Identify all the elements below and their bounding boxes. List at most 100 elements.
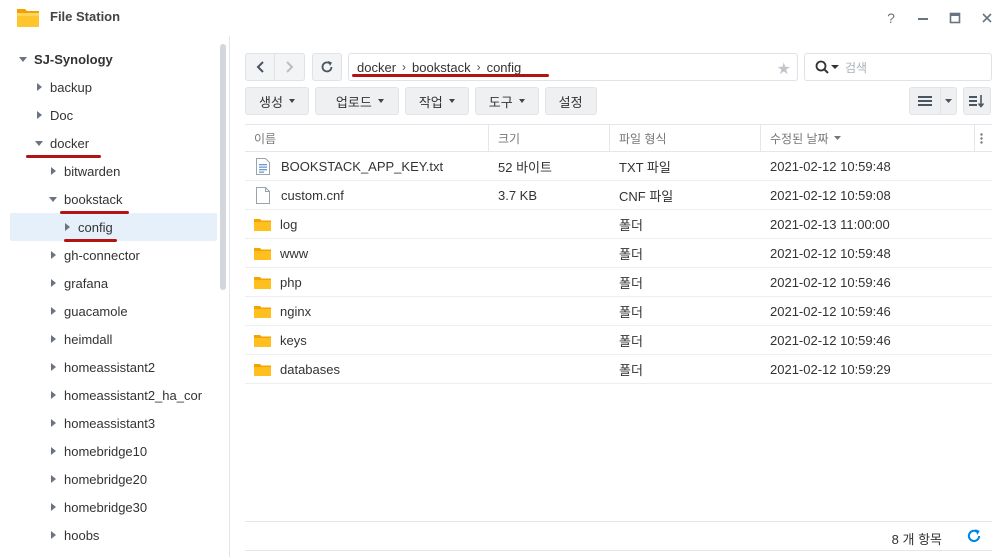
sidebar-item-label: Doc — [50, 107, 74, 123]
sidebar-item-label: homeassistant3 — [64, 415, 156, 431]
action-menu-button[interactable]: 작업 — [404, 87, 469, 115]
minimize-button[interactable] — [907, 0, 939, 35]
cell-size — [498, 355, 610, 383]
tools-button[interactable]: 도구 — [474, 87, 539, 115]
file-type: CNF 파일 — [619, 188, 674, 204]
table-row[interactable]: php 폴더 2021-02-12 10:59:46 — [245, 268, 992, 297]
sidebar-item-homeassistant2[interactable]: homeassistant2 — [48, 353, 155, 381]
column-header-modified[interactable]: 수정된 날짜 — [761, 125, 975, 152]
sidebar-item-label: heimdall — [64, 331, 113, 347]
sidebar-item-bitwarden[interactable]: bitwarden — [48, 157, 120, 185]
refresh-button[interactable] — [312, 53, 342, 81]
back-button[interactable] — [245, 53, 275, 81]
close-button[interactable] — [971, 0, 1003, 35]
chevron-down-icon[interactable] — [18, 56, 28, 62]
chevron-right-icon[interactable] — [48, 447, 58, 455]
column-header-label: 이름 — [254, 132, 277, 146]
table-row[interactable]: BOOKSTACK_APP_KEY.txt 52 바이트 TXT 파일 2021-02… — [245, 152, 992, 181]
table-row[interactable]: custom.cnf 3.7 KB CNF 파일 2021-02-12 10:59:0… — [245, 181, 992, 210]
search-options-caret-icon[interactable] — [831, 64, 839, 70]
chevron-right-icon[interactable] — [48, 503, 58, 511]
chevron-right-icon[interactable] — [48, 419, 58, 427]
minimize-icon — [918, 17, 928, 20]
tree-root[interactable]: SJ-Synology — [18, 45, 113, 73]
sidebar-item-guacamole[interactable]: guacamole — [48, 297, 128, 325]
column-header-name[interactable]: 이름 — [245, 125, 489, 152]
cell-size — [498, 210, 610, 238]
breadcrumb-bookstack[interactable]: bookstack — [412, 60, 471, 75]
column-options-button[interactable] — [975, 125, 992, 152]
sidebar-item-doc[interactable]: Doc — [34, 101, 73, 129]
help-button[interactable]: ? — [875, 0, 907, 35]
sidebar-item-config[interactable]: config — [62, 213, 113, 241]
chevron-right-icon[interactable] — [34, 111, 44, 119]
create-button[interactable]: 생성 — [245, 87, 309, 115]
sidebar-item-homeassistant2-ha-cor[interactable]: homeassistant2_ha_cor — [48, 381, 202, 409]
sidebar-item-label: hoobs — [64, 527, 100, 543]
breadcrumb-docker[interactable]: docker — [357, 60, 396, 75]
chevron-right-icon[interactable] — [34, 83, 44, 91]
search-icon[interactable] — [815, 60, 829, 74]
file-station-app-icon — [17, 9, 39, 27]
sidebar-item-homebridge10[interactable]: homebridge10 — [48, 437, 147, 465]
sidebar-item-homebridge20[interactable]: homebridge20 — [48, 465, 147, 493]
sort-descending-icon — [833, 136, 841, 140]
sidebar-item-bookstack[interactable]: bookstack — [48, 185, 123, 213]
file-type: 폴더 — [619, 333, 643, 349]
breadcrumb-config[interactable]: config — [487, 60, 522, 75]
sidebar-item-grafana[interactable]: grafana — [48, 269, 108, 297]
folder-icon — [254, 305, 271, 318]
path-bar[interactable]: docker › bookstack › config ★ — [348, 53, 798, 81]
sidebar-item-docker[interactable]: docker — [34, 129, 89, 157]
sidebar-item-backup[interactable]: backup — [34, 73, 92, 101]
sort-button[interactable] — [963, 87, 991, 115]
forward-button[interactable] — [275, 53, 305, 81]
chevron-right-icon[interactable] — [48, 251, 58, 259]
column-header-size[interactable]: 크기 — [489, 125, 610, 152]
refresh-icon[interactable] — [966, 528, 982, 544]
table-row[interactable]: log 폴더 2021-02-13 11:00:00 — [245, 210, 992, 239]
cell-name: log — [254, 210, 489, 238]
chevron-right-icon[interactable] — [48, 279, 58, 287]
cell-type: 폴더 — [619, 297, 761, 325]
more-vertical-icon — [980, 133, 983, 144]
sidebar-item-gh-connector[interactable]: gh-connector — [48, 241, 140, 269]
cell-name: www — [254, 239, 489, 267]
chevron-right-icon[interactable] — [48, 307, 58, 315]
chevron-down-icon[interactable] — [34, 140, 44, 146]
sidebar-item-label: homebridge20 — [64, 471, 148, 487]
caret-down-icon — [518, 99, 525, 103]
table-row[interactable]: keys 폴더 2021-02-12 10:59:46 — [245, 326, 992, 355]
maximize-button[interactable] — [939, 0, 971, 35]
view-mode-dropdown[interactable] — [941, 87, 957, 115]
favorite-star-icon[interactable]: ★ — [777, 59, 791, 79]
table-row[interactable]: nginx 폴더 2021-02-12 10:59:46 — [245, 297, 992, 326]
settings-button[interactable]: 설정 — [544, 87, 597, 115]
column-header-type[interactable]: 파일 형식 — [610, 125, 761, 152]
chevron-down-icon[interactable] — [48, 196, 58, 202]
file-name: custom.cnf — [281, 187, 344, 203]
sidebar-item-label: docker — [50, 135, 90, 151]
chevron-right-icon[interactable] — [48, 391, 58, 399]
sidebar-item-label: bookstack — [64, 191, 123, 207]
chevron-right-icon[interactable] — [48, 475, 58, 483]
chevron-right-icon[interactable] — [48, 363, 58, 371]
chevron-right-icon[interactable] — [48, 531, 58, 539]
sidebar-item-hoobs[interactable]: hoobs — [48, 521, 99, 549]
sidebar-scrollbar[interactable] — [220, 44, 226, 290]
sidebar-item-homeassistant3[interactable]: homeassistant3 — [48, 409, 155, 437]
sidebar-item-homebridge30[interactable]: homebridge30 — [48, 493, 147, 521]
search-input[interactable]: 검색 — [804, 53, 992, 81]
chevron-right-icon[interactable] — [48, 335, 58, 343]
upload-button[interactable]: 업로드 — [314, 87, 399, 115]
table-row[interactable]: www 폴더 2021-02-12 10:59:48 — [245, 239, 992, 268]
sidebar-item-heimdall[interactable]: heimdall — [48, 325, 112, 353]
table-row[interactable]: databases 폴더 2021-02-12 10:59:29 — [245, 355, 992, 384]
list-view-button[interactable] — [909, 87, 941, 115]
window-title: File Station — [50, 9, 121, 24]
chevron-right-icon[interactable] — [48, 167, 58, 175]
file-modified: 2021-02-12 10:59:46 — [770, 332, 891, 348]
file-name: php — [280, 274, 302, 290]
chevron-right-icon[interactable] — [62, 223, 72, 231]
file-name: BOOKSTACK_APP_KEY.txt — [281, 158, 444, 174]
